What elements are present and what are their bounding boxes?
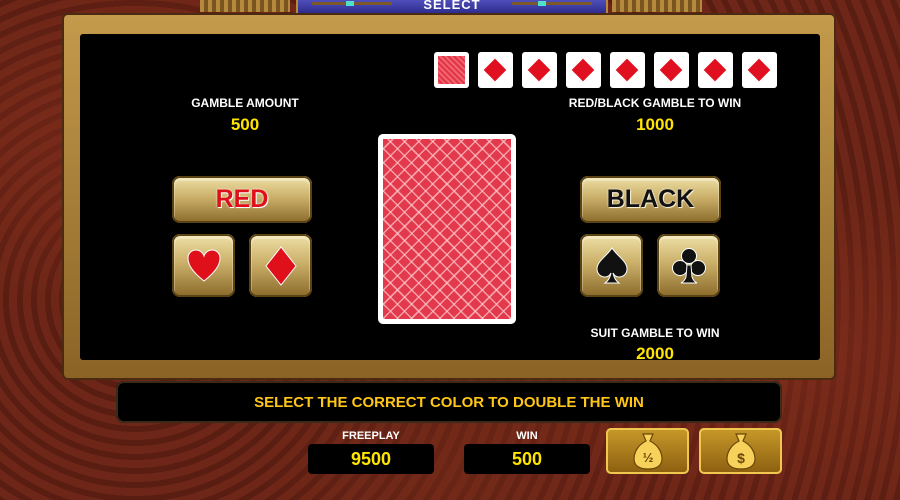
red-button-label: RED [215, 185, 269, 213]
diamond-icon [615, 58, 639, 82]
club-icon [671, 247, 706, 283]
suit-win-value: 2000 [636, 344, 674, 363]
instruction-text: SELECT THE CORRECT COLOR TO DOUBLE THE W… [254, 393, 644, 411]
dollar-symbol: $ [737, 450, 745, 466]
face-down-card [378, 134, 516, 324]
red-black-win-label: RED/BLACK GAMBLE TO WIN [568, 96, 742, 110]
history-card-diamond [566, 52, 601, 88]
spade-icon [595, 246, 628, 283]
freeplay-value: 9500 [308, 444, 434, 474]
select-header: SELECT [296, 0, 608, 16]
red-black-win-value: 1000 [636, 115, 674, 134]
diamond-icon [527, 58, 551, 82]
red-button[interactable]: RED [172, 176, 312, 223]
money-bag-half-icon: ½ [632, 433, 663, 470]
history-card-diamond [742, 52, 777, 88]
history-card-diamond [610, 52, 645, 88]
collect-half-button[interactable]: ½ [606, 428, 689, 474]
black-button[interactable]: BLACK [580, 176, 721, 223]
diamonds-button[interactable] [249, 234, 312, 297]
gamble-amount-value: 500 [230, 115, 260, 134]
black-button-label: BLACK [606, 185, 695, 213]
heart-icon [186, 248, 221, 282]
collect-button[interactable]: $ [699, 428, 782, 474]
instruction-bar: SELECT THE CORRECT COLOR TO DOUBLE THE W… [116, 381, 782, 423]
clubs-button[interactable] [657, 234, 720, 297]
diamond-icon [747, 58, 771, 82]
gamble-amount-label: GAMBLE AMOUNT [191, 96, 299, 110]
history-card-diamond [654, 52, 689, 88]
freeplay-label: FREEPLAY [342, 430, 400, 442]
hearts-button[interactable] [172, 234, 235, 297]
spades-button[interactable] [580, 234, 643, 297]
diamond-icon [703, 58, 727, 82]
diamond-icon [571, 58, 595, 82]
history-card-diamond [478, 52, 513, 88]
suit-win-label: SUIT GAMBLE TO WIN [590, 326, 720, 340]
diamond-icon [483, 58, 507, 82]
win-value: 500 [464, 444, 590, 474]
win-label: WIN [516, 430, 538, 442]
diamond-icon [264, 245, 297, 286]
half-symbol: ½ [642, 450, 653, 465]
diamond-icon [659, 58, 683, 82]
money-bag-icon: $ [725, 433, 756, 470]
top-left-ornament [200, 0, 290, 12]
history-card-diamond [698, 52, 733, 88]
top-right-ornament [612, 0, 702, 12]
history-card-diamond [522, 52, 557, 88]
header-title: SELECT [423, 0, 481, 12]
history-card-back [434, 52, 469, 88]
